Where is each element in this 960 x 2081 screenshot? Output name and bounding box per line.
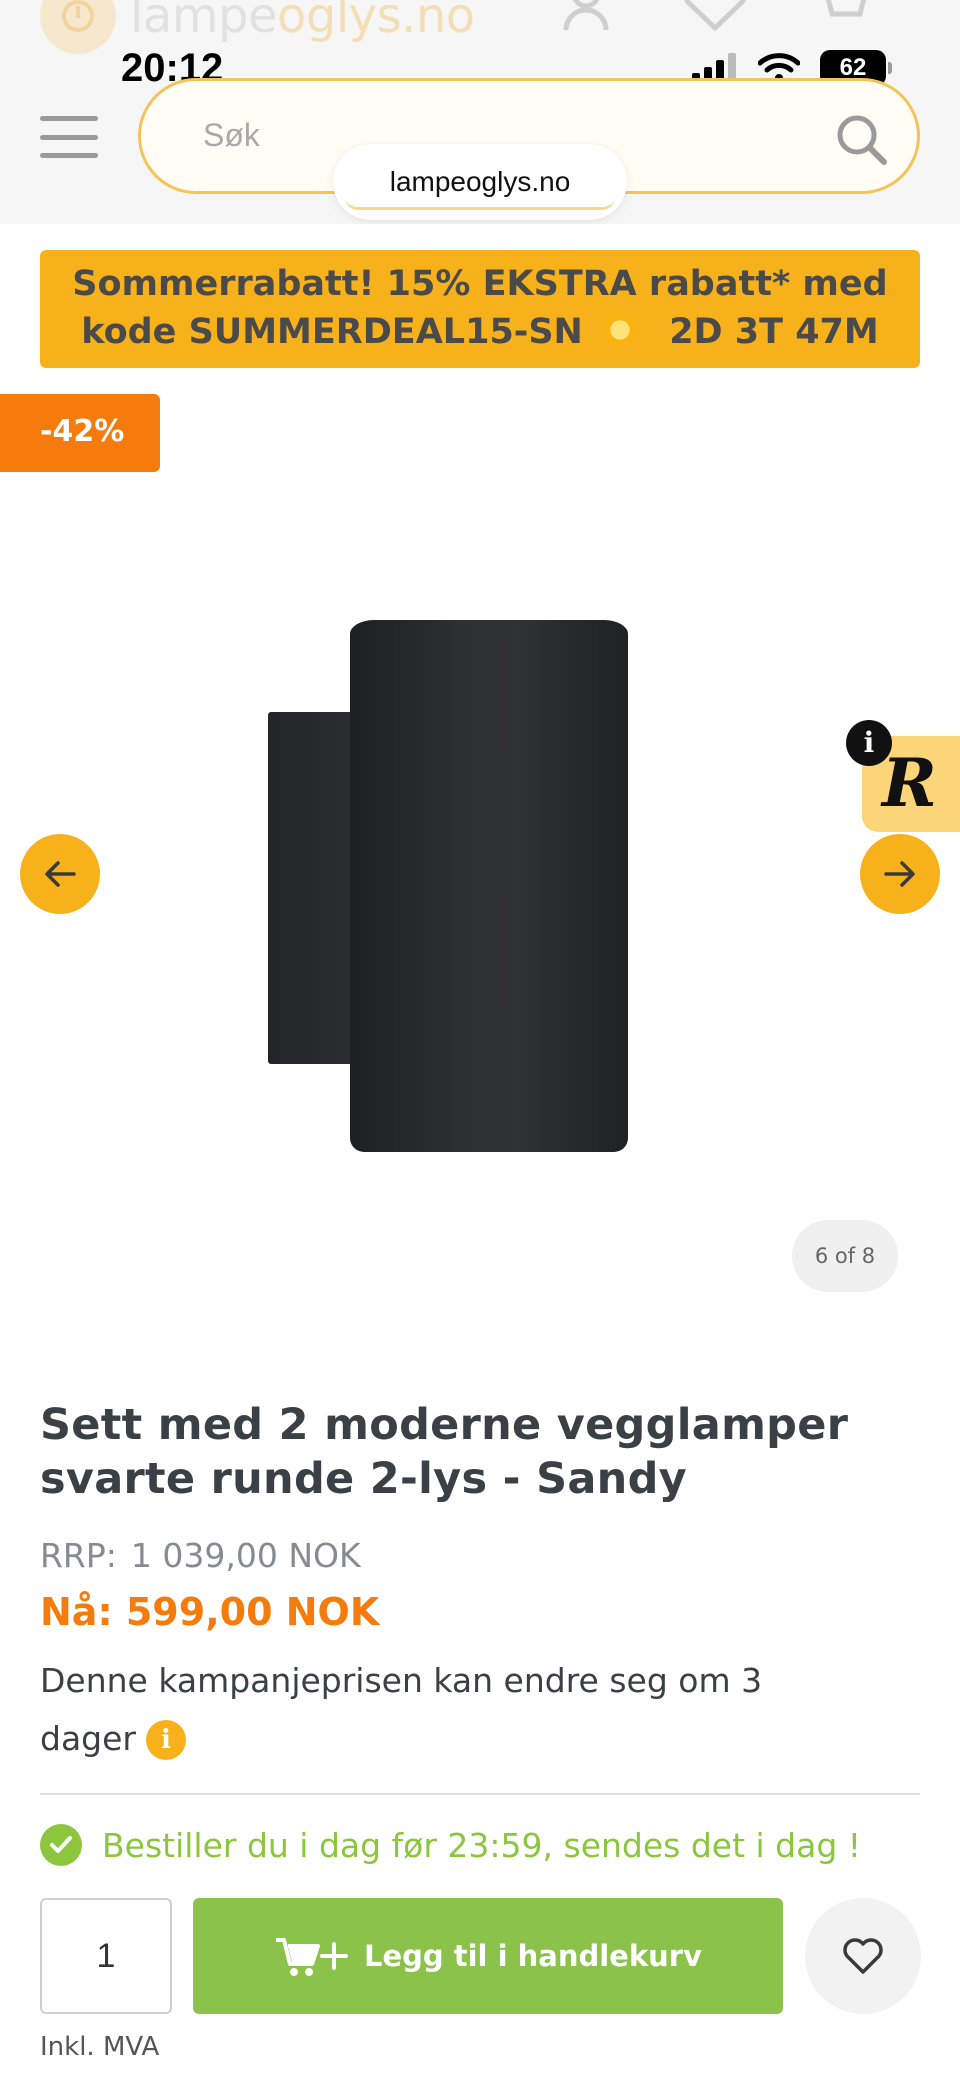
promo-banner[interactable]: Sommerrabatt! 15% EKSTRA rabatt* med kod… <box>40 250 920 368</box>
info-icon[interactable]: i <box>146 1720 186 1760</box>
menu-button[interactable] <box>40 116 98 158</box>
browser-url-bar[interactable]: lampeoglys.no <box>333 144 627 220</box>
rrp-label: RRP: <box>40 1536 117 1575</box>
heart-icon <box>843 1938 883 1974</box>
current-price: Nå: 599,00 NOK <box>40 1590 380 1634</box>
gallery-next-button[interactable] <box>860 834 940 914</box>
divider <box>40 1793 920 1795</box>
search-input[interactable]: Søk <box>203 117 260 154</box>
add-to-cart-button[interactable]: Legg til i handlekurv <box>193 1898 783 2014</box>
gallery-counter: 6 of 8 <box>792 1220 898 1292</box>
site-logo[interactable]: lampeoglys.no <box>40 0 475 54</box>
vat-note: Inkl. MVA <box>40 2032 160 2062</box>
account-icon[interactable] <box>560 0 620 32</box>
campaign-note: Denne kampanjeprisen kan endre seg om 3 … <box>40 1652 800 1768</box>
arrow-right-icon <box>884 861 915 887</box>
promo-line-2: kode SUMMERDEAL15-SN 2D 3T 47M <box>40 308 920 356</box>
sun-icon <box>603 313 638 347</box>
arrow-left-icon <box>45 861 76 887</box>
reviews-info-icon[interactable]: i <box>846 720 892 766</box>
promo-line-1: Sommerrabatt! 15% EKSTRA rabatt* med <box>72 264 888 304</box>
logo-text: lampeoglys.no <box>130 0 475 44</box>
quantity-input[interactable]: 1 <box>40 1898 172 2014</box>
add-to-cart-label: Legg til i handlekurv <box>363 1939 702 1973</box>
reviews-logo-icon: R <box>882 744 937 822</box>
wishlist-header-icon[interactable] <box>680 0 750 32</box>
header-actions <box>560 0 870 32</box>
promo-countdown: 2D 3T 47M <box>669 312 879 352</box>
wishlist-button[interactable] <box>805 1898 921 2014</box>
promo-code: kode SUMMERDEAL15-SN <box>81 312 583 352</box>
cart-plus-icon <box>275 1938 348 1976</box>
rrp-price: RRP: 1 039,00 NOK <box>40 1536 361 1575</box>
search-icon[interactable] <box>833 111 889 167</box>
product-title: Sett med 2 moderne vegglamper svarte run… <box>40 1400 849 1504</box>
discount-badge: -42% <box>0 394 160 472</box>
cart-header-icon[interactable] <box>810 0 870 32</box>
shipping-notice: Bestiller du i dag før 23:59, sendes det… <box>40 1824 861 1866</box>
gallery-prev-button[interactable] <box>20 834 100 914</box>
check-icon <box>40 1824 82 1866</box>
product-image[interactable] <box>266 620 636 1152</box>
shipping-text: Bestiller du i dag før 23:59, sendes det… <box>102 1825 862 1865</box>
logo-icon <box>40 0 116 54</box>
site-header: lampeoglys.no 20:12 62 Søk lampeoglys.no <box>0 0 960 224</box>
rrp-value: 1 039,00 NOK <box>130 1536 361 1575</box>
menu-icon <box>40 116 98 121</box>
